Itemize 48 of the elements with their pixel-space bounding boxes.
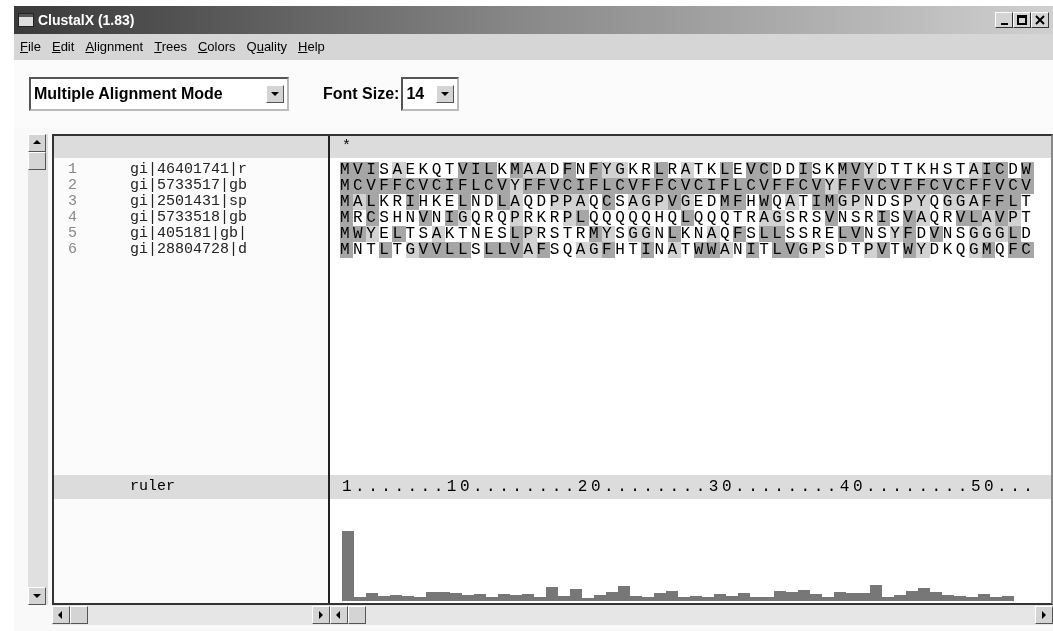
ruler-label: ruler [130,476,175,497]
sequence-name[interactable]: gi|5733518|gb [130,210,248,226]
sequence-number: 5 [67,226,78,242]
scroll-down-icon[interactable] [28,587,46,605]
close-icon [1035,15,1045,25]
scroll-thumb[interactable] [348,606,366,624]
maximize-icon [1017,15,1027,25]
close-button[interactable] [1031,12,1049,28]
scroll-up-icon[interactable] [28,134,46,152]
menu-item[interactable]: File [20,37,41,57]
conservation-marker: * [342,136,351,157]
menu-item[interactable]: Colors [197,37,236,57]
ruler: 1.......10........20........30........40........50... [342,477,1037,498]
menu-item[interactable]: Edit [51,37,75,57]
scroll-thumb[interactable] [28,152,46,170]
sequence-number: 1 [67,162,78,178]
sequence-residues: MNTLTGVVLLSLLVAFSQAGFHTINATWWANITLVGPSDTPVTWYDKQGMQFC [340,242,1035,258]
horizontal-scrollbar[interactable] [52,605,330,625]
font-size-label: Font Size: [323,84,400,104]
sequence-number: 4 [67,210,78,226]
horizontal-scrollbar[interactable] [330,605,1053,625]
sequence-number: 2 [67,178,78,194]
window-title: ClustalX (1.83) [38,10,135,30]
scroll-right-icon[interactable] [1035,606,1053,624]
sequence-name[interactable]: gi|2501431|sp [130,194,248,210]
sequence-name[interactable]: gi|46401741|r [130,162,248,178]
menu-item[interactable]: Quality [246,37,287,57]
scroll-left-icon[interactable] [330,606,348,624]
menu-item[interactable]: Help [298,37,325,57]
sequence-number: 3 [67,194,78,210]
sequence-residues: MCVFFCVCIFLCVYFFVCIFLCVFFCVCIFLCVFFCVYFFVCVFFCVCFFVCV [340,178,1035,194]
sequence-name[interactable]: gi|5733517|gb [130,178,248,194]
scroll-left-icon[interactable] [52,606,70,624]
vertical-scrollbar[interactable] [28,134,48,605]
scroll-right-icon[interactable] [312,606,330,624]
scroll-thumb[interactable] [70,606,88,624]
menu-item[interactable]: Alignment [85,37,144,57]
sequence-residues: MVISAEKQTVILKMAADFNFYGKRLRATKLEVCDDISKMVYDTTKHSTAICDW [340,162,1035,178]
sequence-name[interactable]: gi|28804728|d [130,242,248,258]
maximize-button[interactable] [1013,12,1031,28]
menu-item[interactable]: Trees [154,37,187,57]
minimize-icon [1000,23,1008,25]
minimize-button[interactable] [995,12,1013,28]
app-icon [18,13,34,27]
sequence-name[interactable]: gi|405181|gb| [130,226,248,242]
sequence-number: 6 [67,242,78,258]
font-size-dropdown[interactable]: 14 [401,77,460,111]
mode-dropdown[interactable]: Multiple Alignment Mode [29,77,289,111]
